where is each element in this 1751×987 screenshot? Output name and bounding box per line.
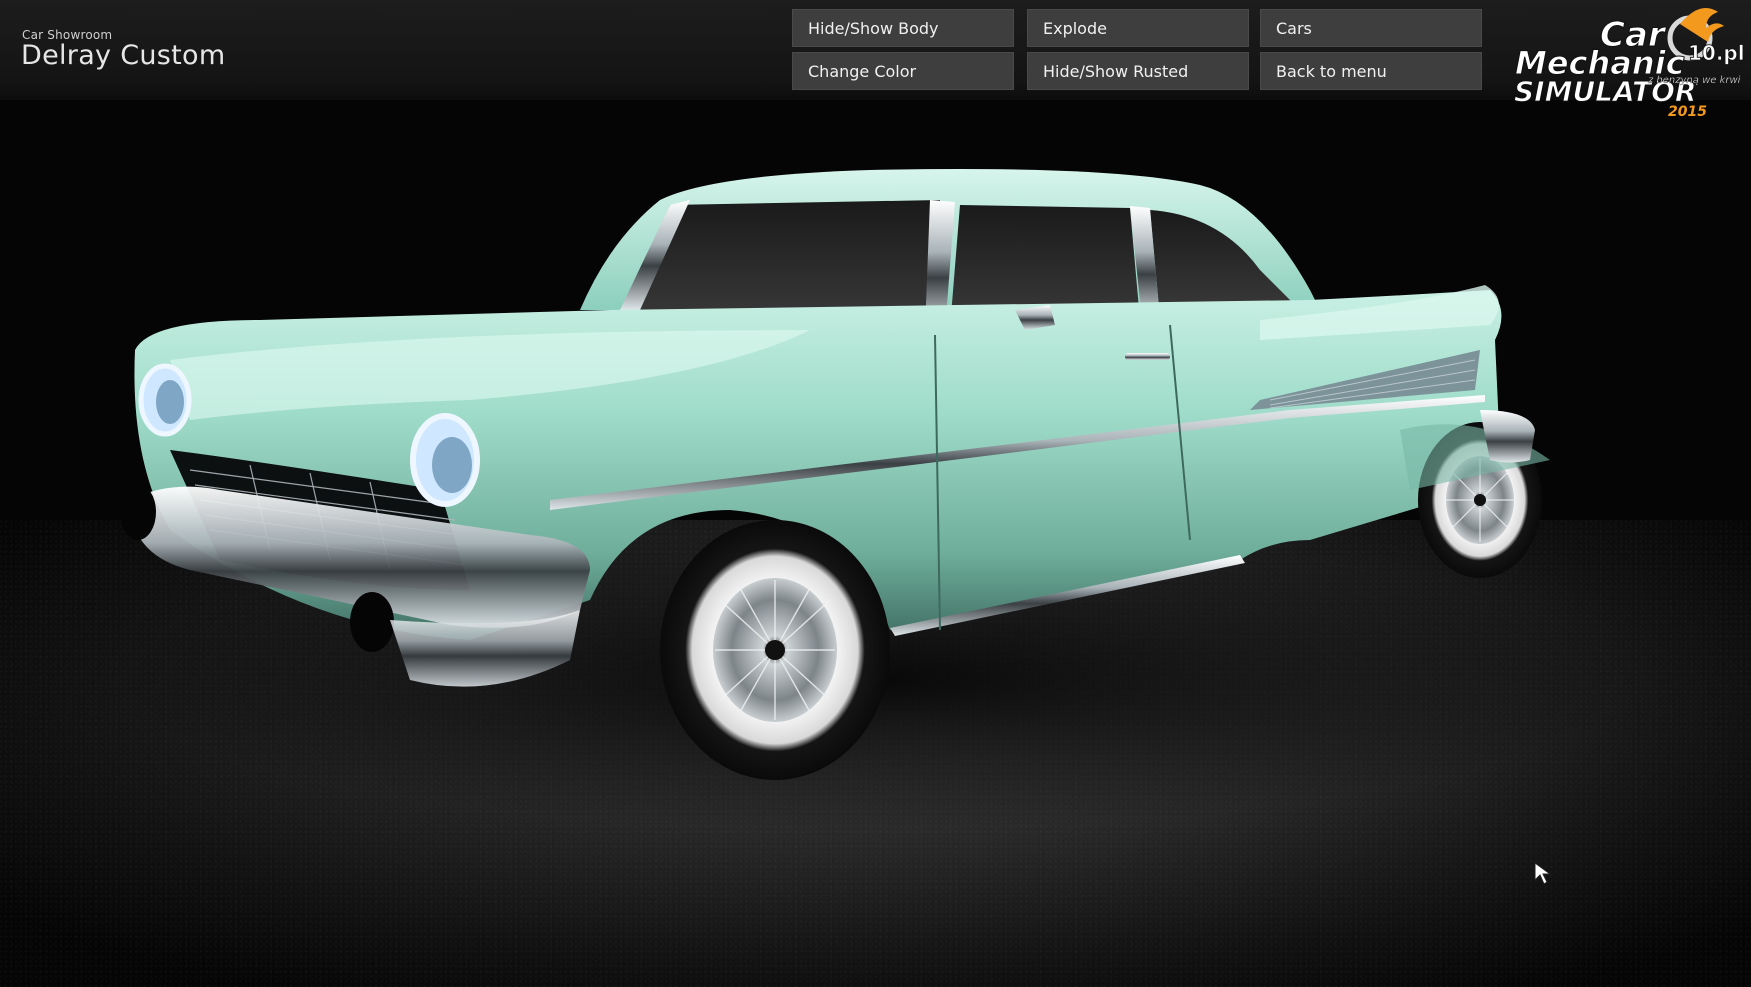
logo-tagline: z benzyną we krwi <box>1647 75 1741 86</box>
logo-badge: 10.pl <box>1688 41 1745 65</box>
showroom-viewport[interactable]: Car Showroom Delray Custom Hide/Show Bod… <box>0 0 1751 987</box>
explode-button[interactable]: Explode <box>1027 9 1249 47</box>
car-model[interactable] <box>110 160 1670 860</box>
cars-button[interactable]: Cars <box>1260 9 1482 47</box>
back-to-menu-button[interactable]: Back to menu <box>1260 52 1482 90</box>
change-color-button[interactable]: Change Color <box>792 52 1014 90</box>
pointer-cursor-icon <box>1534 862 1552 885</box>
hide-show-rusted-button[interactable]: Hide/Show Rusted <box>1027 52 1249 90</box>
car-title: Delray Custom <box>21 40 226 71</box>
logo-year: 2015 <box>1668 104 1707 116</box>
game-logo: Car Mechanic SIMULATOR 2015 10.pl z benz… <box>1514 8 1745 116</box>
hide-show-body-button[interactable]: Hide/Show Body <box>792 9 1014 47</box>
